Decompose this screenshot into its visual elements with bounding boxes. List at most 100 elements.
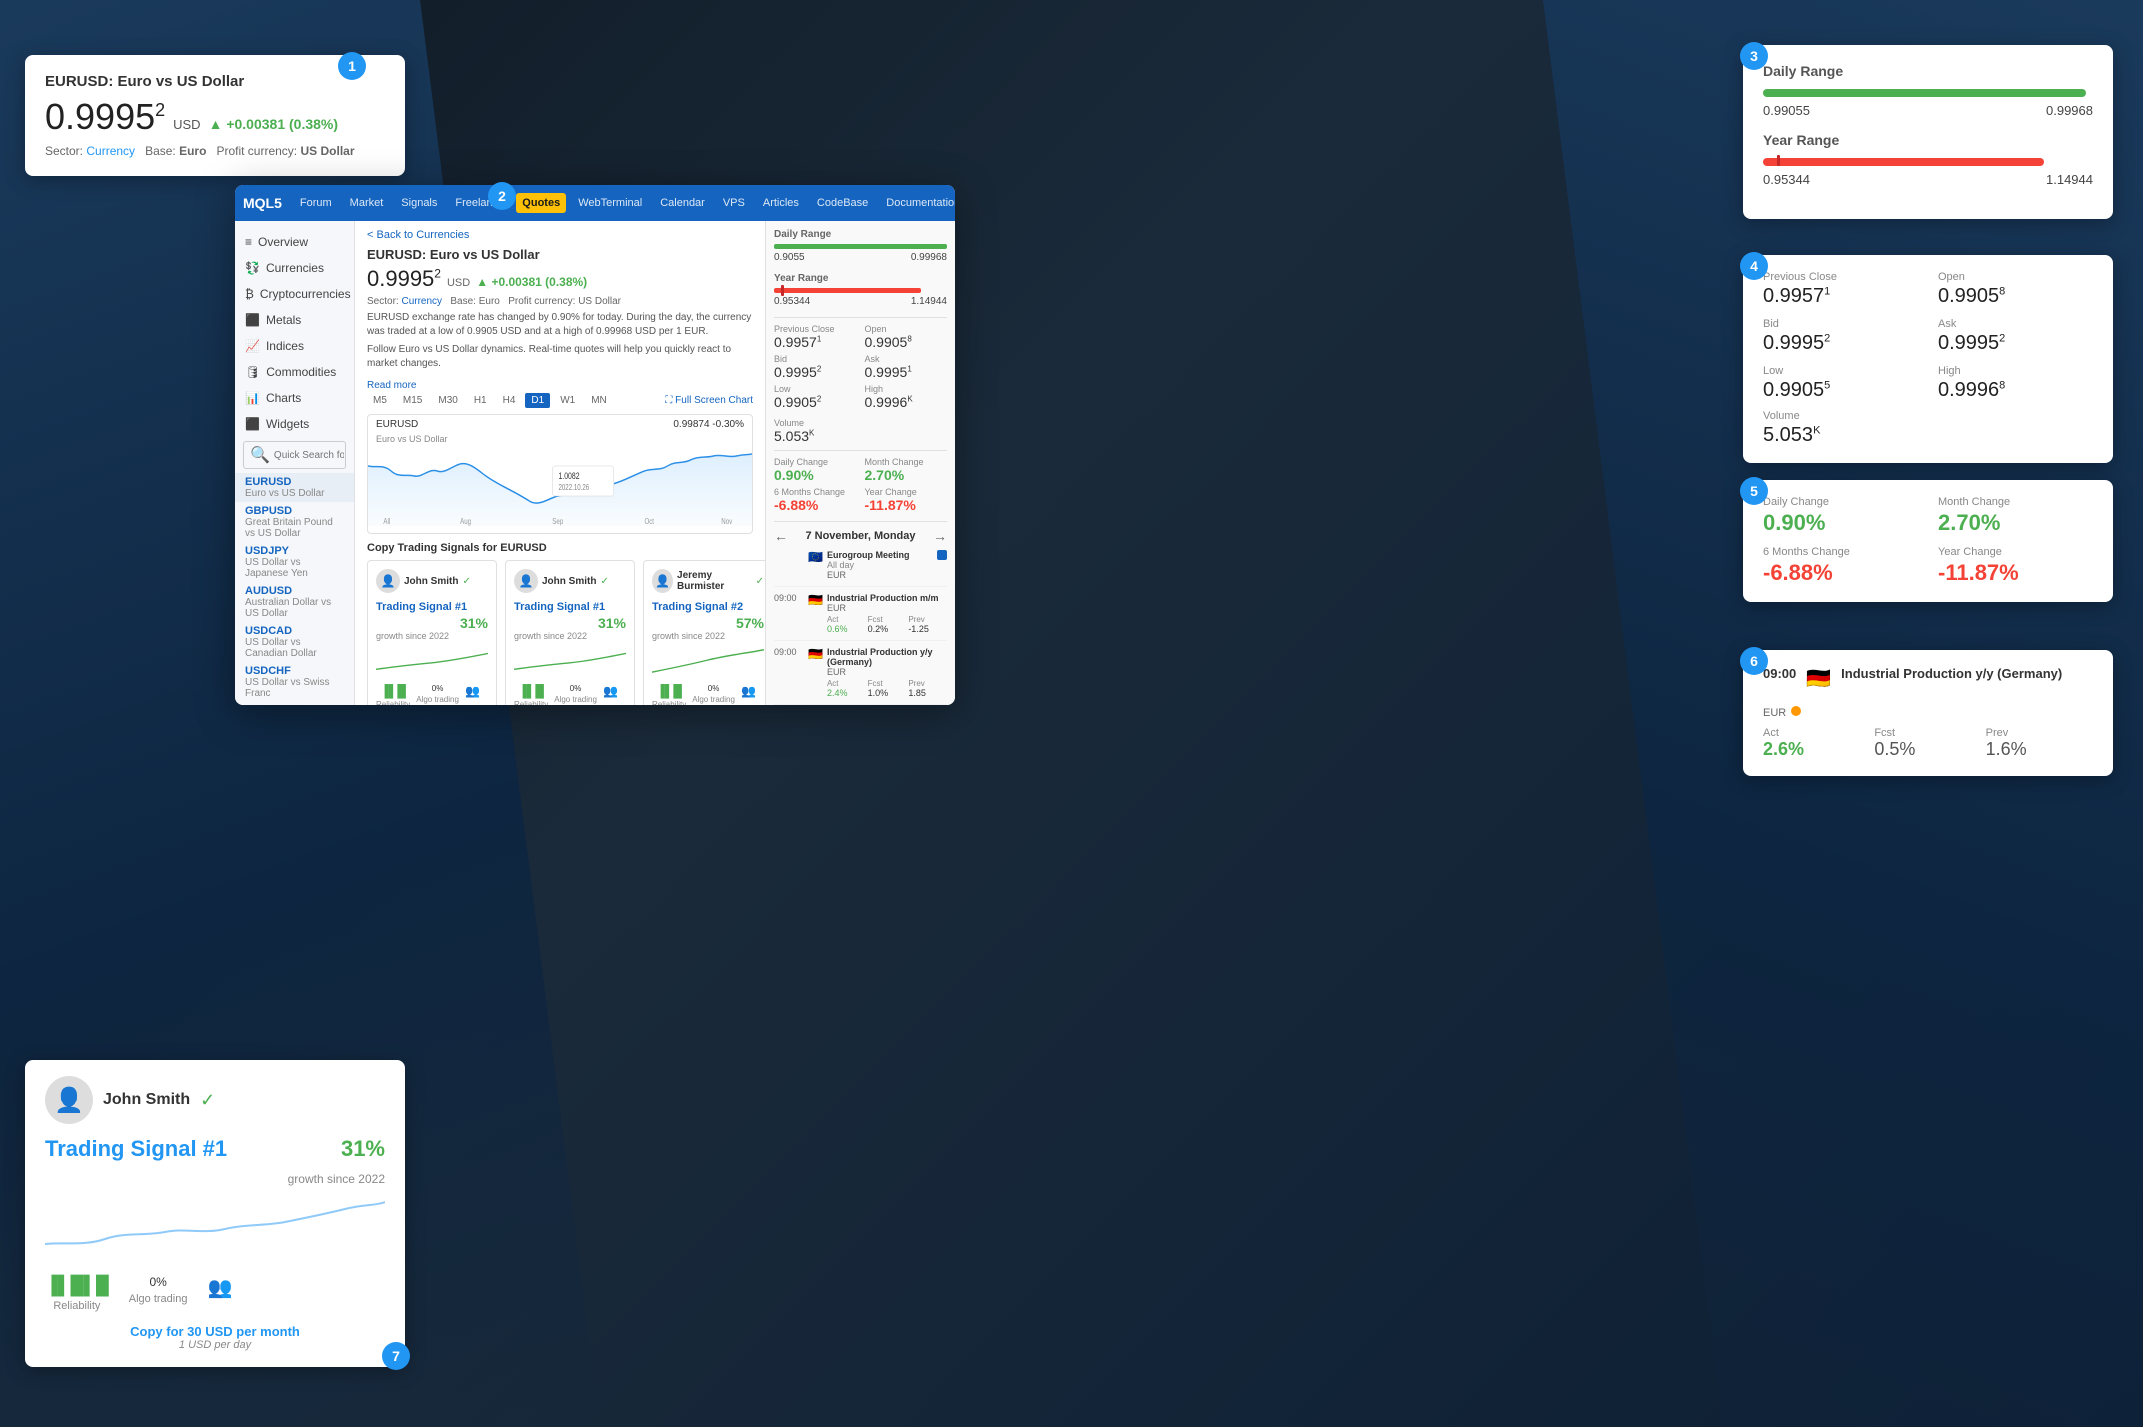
browser-content: ≡ Overview 💱 Currencies ₿ Cryptocurrenci… [235, 221, 955, 705]
cal-prev-arrow[interactable]: ← [774, 528, 788, 544]
reliability-metric: ▐▌█▌█ Reliability [45, 1275, 109, 1312]
nav-signals[interactable]: Signals [395, 193, 443, 213]
br-daily-low: 0.9055 [774, 252, 805, 263]
search-input[interactable] [274, 450, 344, 461]
card6-event-info: Industrial Production y/y (Germany) [1841, 666, 2062, 681]
cal-date-label: 7 November, Monday [805, 530, 915, 542]
back-link[interactable]: Back to Currencies [367, 229, 753, 241]
card6-acf-grid: Act 2.6% Fcst 0.5% Prev 1.6% [1763, 727, 2093, 760]
tf-m5[interactable]: M5 [367, 393, 393, 408]
symbol-list: EURUSD Euro vs US Dollar GBPUSD Great Br… [235, 473, 354, 705]
browser-meta: Sector: Currency Base: Euro Profit curre… [367, 296, 753, 307]
signal-1-people: 👥 [465, 684, 480, 705]
symbol-usdjpy[interactable]: USDJPY US Dollar vs Japanese Yen [235, 542, 354, 582]
browser-price: 0.99952 [367, 266, 441, 292]
sector-link[interactable]: Currency [86, 144, 135, 158]
browser-subdesc: Follow Euro vs US Dollar dynamics. Real-… [367, 343, 753, 371]
year-change-val: -11.87% [1938, 560, 2093, 586]
badge-4: 4 [1740, 252, 1768, 280]
sector-link-browser[interactable]: Currency [401, 296, 442, 307]
fullscreen-btn[interactable]: ⛶ Full Screen Chart [665, 395, 753, 406]
symbol-usdcad[interactable]: USDCAD US Dollar vs Canadian Dollar [235, 622, 354, 662]
card3-daily-values: 0.99055 0.99968 [1763, 103, 2093, 118]
signal-1-row: Trading Signal #1 31% [376, 597, 488, 615]
signal-card-1[interactable]: 👤 John Smith ✓ Trading Signal #1 31% gro… [367, 560, 497, 705]
tf-m30[interactable]: M30 [432, 393, 463, 408]
card3-red-bar [1763, 158, 2044, 166]
sidebar-item-metals[interactable]: ⬛ Metals [235, 307, 354, 333]
high-item: High 0.99968 [1938, 365, 2093, 402]
card6-flag: 🇩🇪 [1806, 666, 1831, 691]
br-stats: Previous Close 0.99571 Open 0.99058 Bid … [774, 324, 947, 410]
card7-user-row: 👤 John Smith ✓ [45, 1076, 385, 1124]
nav-webterminal[interactable]: WebTerminal [572, 193, 648, 213]
instrument-title: EURUSD: Euro vs US Dollar [367, 247, 753, 262]
sidebar-item-commodities[interactable]: 🛢 Commodities [235, 359, 354, 385]
signal-2-metrics: ▐▌█ Reliability 0% Algo trading 👥 [514, 684, 626, 705]
signal-2-row: Trading Signal #1 31% [514, 597, 626, 615]
six-months-val: -6.88% [1763, 560, 1918, 586]
signal-card-3[interactable]: 👤 Jeremy Burmister ✓ Trading Signal #2 5… [643, 560, 765, 705]
tf-mn[interactable]: MN [585, 393, 613, 408]
card7-chart-svg [45, 1194, 385, 1254]
tf-h1[interactable]: H1 [468, 393, 493, 408]
symbol-eurjpy[interactable]: EURJPY Euro vs Japanese Yen [235, 702, 354, 705]
br-year-change: Year Change -11.87% [865, 487, 948, 513]
indices-icon: 📈 [245, 339, 260, 353]
nav-vps[interactable]: VPS [717, 193, 751, 213]
card3-daily-bar [1763, 89, 2093, 97]
card-daily-range: Daily Range 0.99055 0.99968 Year Range 0… [1743, 45, 2113, 219]
tf-d1[interactable]: D1 [525, 393, 550, 408]
nav-codebase[interactable]: CodeBase [811, 193, 874, 213]
chart-area[interactable]: EURUSD 0.99874 -0.30% Euro vs US Dollar [367, 414, 753, 534]
copy-button[interactable]: Copy for 30 USD per month [45, 1324, 385, 1339]
symbol-eurusd[interactable]: EURUSD Euro vs US Dollar [235, 473, 354, 502]
signal-2-reliability: ▐▌█ Reliability [514, 684, 548, 705]
br-6month-change: 6 Months Change -6.88% [774, 487, 857, 513]
sidebar-label-charts: Charts [266, 391, 301, 405]
symbol-search-box[interactable]: 🔍 [243, 441, 346, 469]
search-icon: 🔍 [250, 445, 270, 465]
br-year-range-title: Year Range [774, 273, 947, 284]
browser-navbar: MQL5 Forum Market Signals Freelance Quot… [235, 185, 955, 221]
tf-h4[interactable]: H4 [497, 393, 522, 408]
sidebar-item-indices[interactable]: 📈 Indices [235, 333, 354, 359]
card5-grid: Daily Change 0.90% Month Change 2.70% 6 … [1763, 496, 2093, 586]
bars-icon: ▐▌█▌█ [45, 1275, 109, 1296]
card1-change: ▲ +0.00381 (0.38%) [209, 116, 338, 132]
nav-forum[interactable]: Forum [294, 193, 338, 213]
nav-articles[interactable]: Articles [757, 193, 805, 213]
sidebar-item-overview[interactable]: ≡ Overview [235, 229, 354, 255]
browser-window: MQL5 Forum Market Signals Freelance Quot… [235, 185, 955, 705]
svg-text:Oct: Oct [644, 517, 654, 526]
volume-row: Volume 5.053K [1763, 410, 2093, 447]
nav-quotes[interactable]: Quotes [516, 193, 566, 213]
sidebar-item-charts[interactable]: 📊 Charts [235, 385, 354, 411]
nav-market[interactable]: Market [344, 193, 390, 213]
br-month-change: Month Change 2.70% [865, 457, 948, 483]
people-icon-s3: 👥 [741, 684, 756, 698]
browser-main-panel: Back to Currencies EURUSD: Euro vs US Do… [355, 221, 765, 705]
signal-card-2[interactable]: 👤 John Smith ✓ Trading Signal #1 31% gro… [505, 560, 635, 705]
nav-calendar[interactable]: Calendar [654, 193, 711, 213]
tf-w1[interactable]: W1 [554, 393, 581, 408]
cal-next-arrow[interactable]: → [933, 528, 947, 544]
read-more-link[interactable]: Read more [367, 380, 416, 391]
br-year-vals: 0.95344 1.14944 [774, 296, 947, 307]
nav-documentation[interactable]: Documentation [880, 193, 955, 213]
signals-title: Copy Trading Signals for EURUSD [367, 542, 753, 554]
symbol-gbpusd[interactable]: GBPUSD Great Britain Pound vs US Dollar [235, 502, 354, 542]
sidebar-item-crypto[interactable]: ₿ Cryptocurrencies [235, 281, 354, 307]
signal-1-user-row: 👤 John Smith ✓ [376, 569, 488, 593]
card1-title: EURUSD: Euro vs US Dollar [45, 73, 385, 90]
month-change-val: 2.70% [1938, 510, 2093, 536]
br-volume: Volume 5.053K [774, 418, 947, 444]
sidebar-item-widgets[interactable]: ⬛ Widgets [235, 411, 354, 437]
br-high: High 0.9996K [865, 384, 948, 410]
tf-m15[interactable]: M15 [397, 393, 428, 408]
symbol-usdchf[interactable]: USDCHF US Dollar vs Swiss Franc [235, 662, 354, 702]
symbol-audusd[interactable]: AUDUSD Australian Dollar vs US Dollar [235, 582, 354, 622]
metals-icon: ⬛ [245, 313, 260, 327]
card3-daily-title: Daily Range [1763, 63, 2093, 79]
sidebar-item-currencies[interactable]: 💱 Currencies [235, 255, 354, 281]
